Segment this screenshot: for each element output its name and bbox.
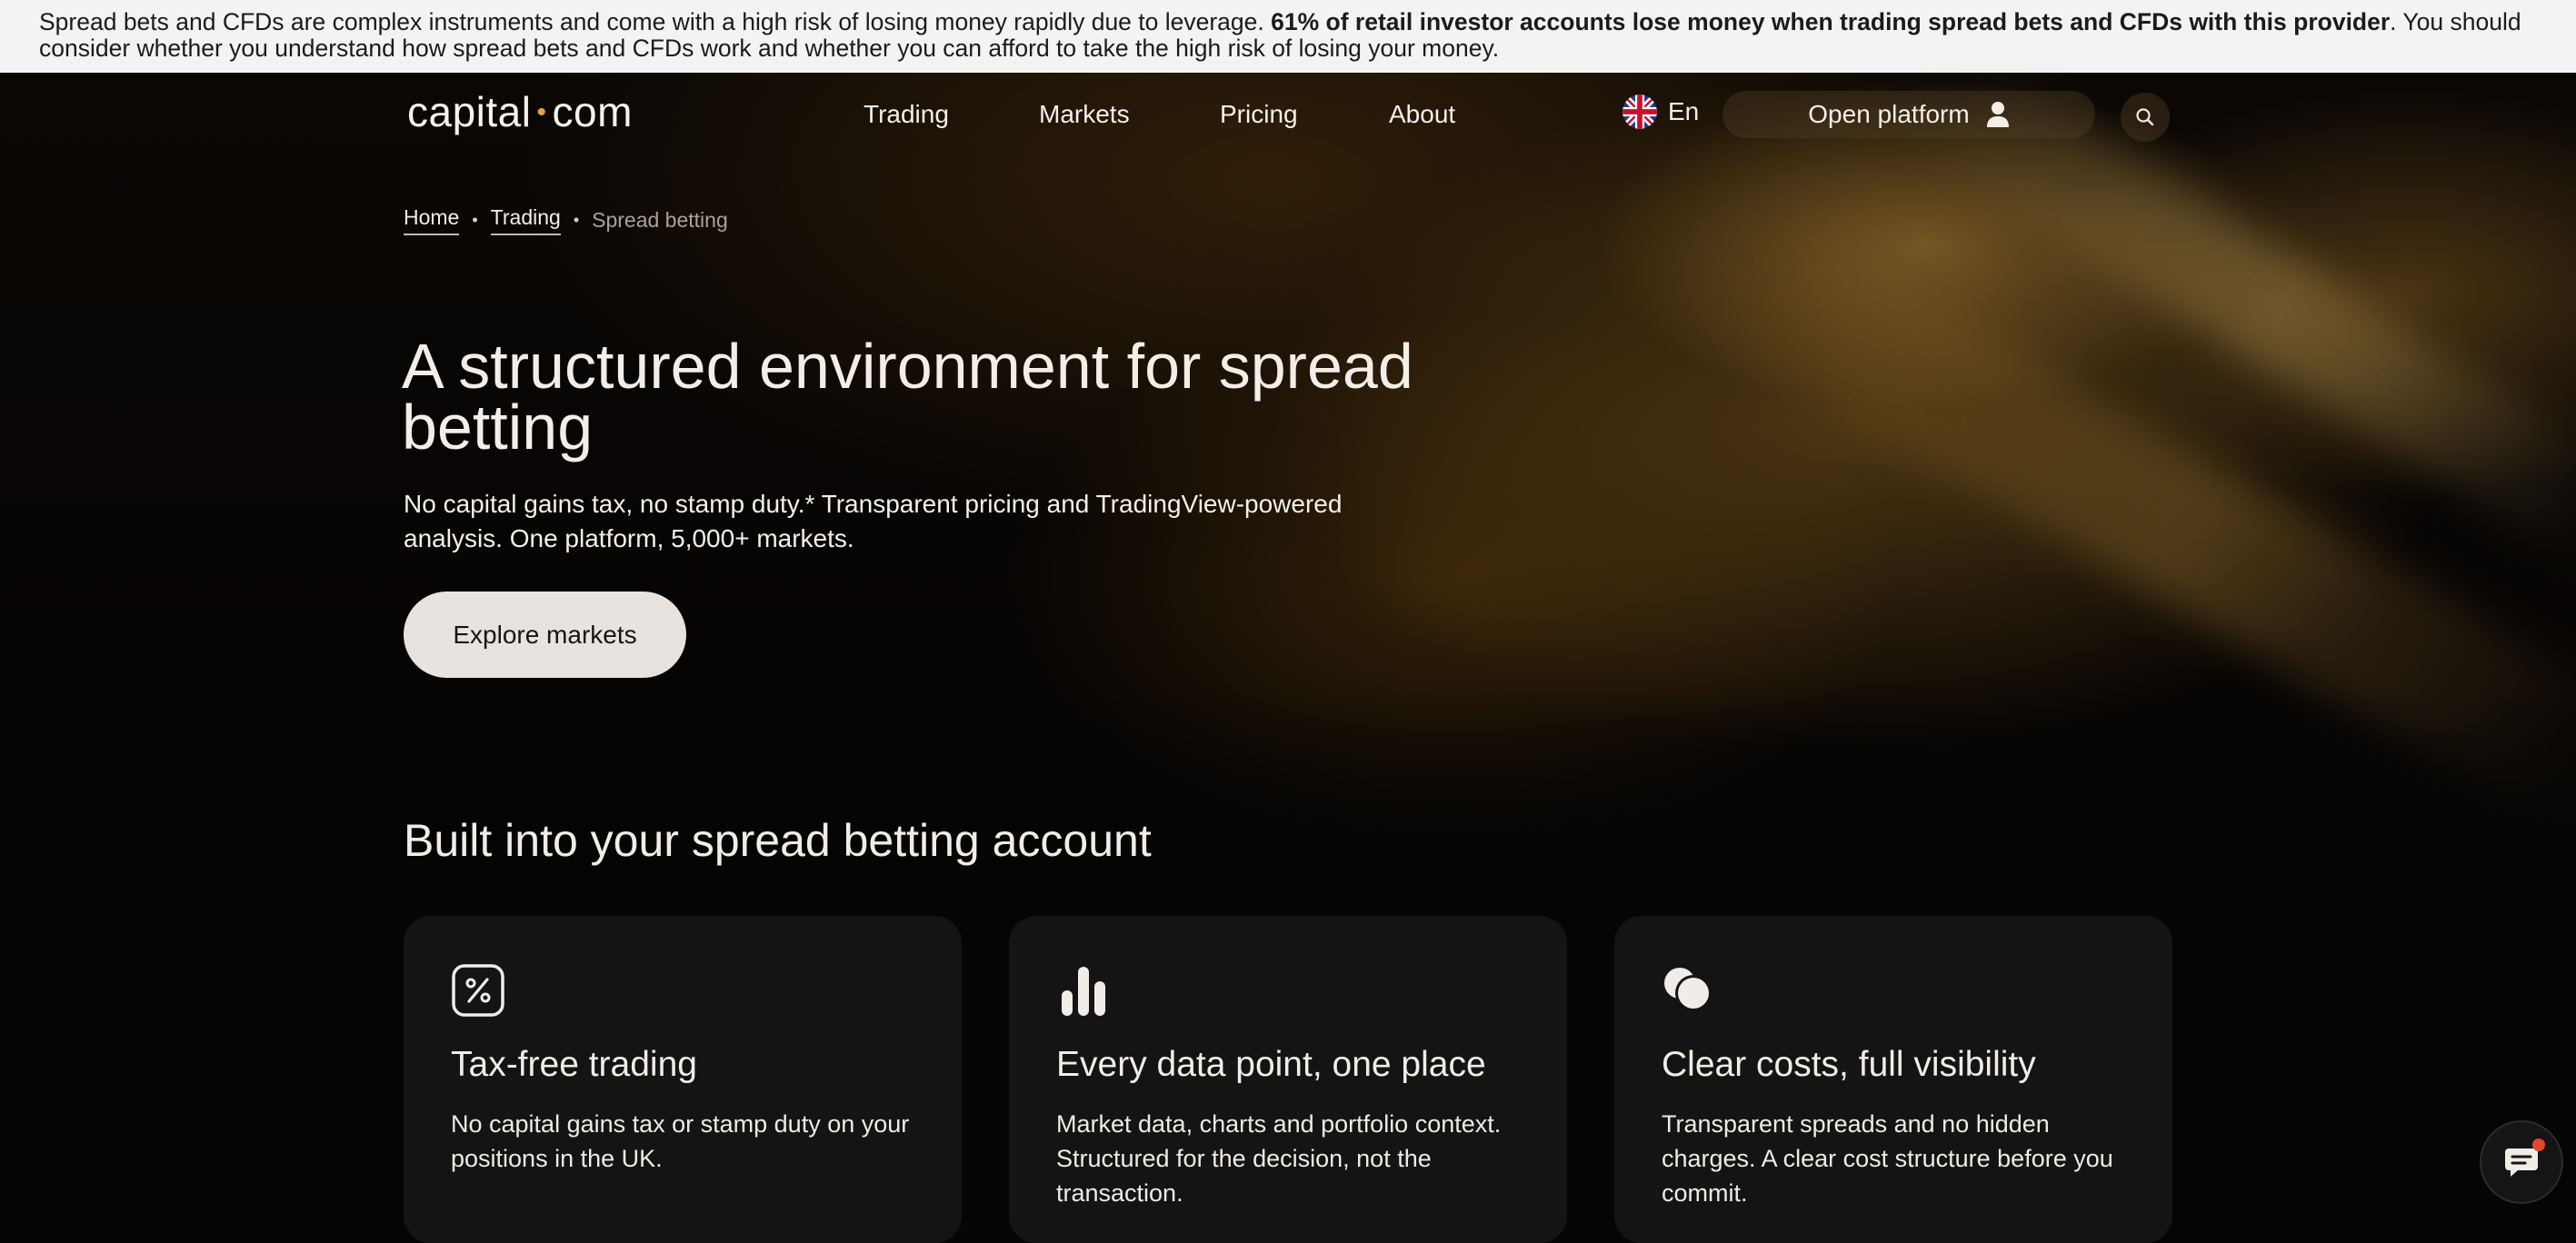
features-section-title: Built into your spread betting account	[404, 815, 1152, 866]
open-platform-label: Open platform	[1808, 100, 1970, 128]
nav-pricing[interactable]: Pricing	[1220, 100, 1298, 129]
uk-flag-icon	[1622, 94, 1657, 129]
card-text: No capital gains tax or stamp duty on yo…	[451, 1110, 910, 1172]
search-icon	[2136, 108, 2154, 126]
breadcrumb-current: Spread betting	[592, 208, 728, 232]
user-icon	[1986, 102, 2009, 127]
chat-support-button[interactable]	[2480, 1120, 2563, 1204]
card-text: Transparent spreads and no hidden charge…	[1662, 1110, 2113, 1207]
search-button[interactable]	[2121, 93, 2170, 142]
breadcrumb-separator: •	[573, 211, 580, 229]
breadcrumb: Home • Trading • Spread betting	[404, 205, 728, 235]
card-title: Every data point, one place	[1056, 1045, 1486, 1084]
logo-dot: •	[536, 97, 547, 127]
logo-text-left: capital	[407, 88, 532, 135]
risk-warning-banner: Spread bets and CFDs are complex instrum…	[0, 0, 2576, 73]
card-title: Tax-free trading	[451, 1045, 697, 1084]
coins-icon	[1664, 968, 1712, 1011]
open-platform-button[interactable]: Open platform	[1722, 91, 2095, 138]
language-selector[interactable]: En	[1622, 94, 1699, 129]
risk-text-bold: 61% of retail investor accounts lose mon…	[1271, 8, 2391, 35]
risk-text-start: Spread bets and CFDs are complex instrum…	[39, 8, 1272, 35]
capital-com-logo[interactable]: capital • com	[407, 87, 633, 136]
hero-subtitle: No capital gains tax, no stamp duty.* Tr…	[404, 490, 1343, 552]
logo-text-right: com	[552, 88, 633, 135]
language-label: En	[1668, 97, 1700, 125]
nav-trading[interactable]: Trading	[864, 100, 949, 129]
bar-chart-icon	[1062, 967, 1105, 1016]
nav-about[interactable]: About	[1389, 100, 1455, 129]
explore-markets-button[interactable]: Explore markets	[404, 592, 686, 678]
main-navigation: capital • com Trading Markets Pricing Abou…	[0, 73, 2576, 156]
feature-card-clear-costs[interactable]: Clear costs, full visibility Transparent…	[1614, 916, 2172, 1243]
percent-icon	[452, 964, 504, 1017]
breadcrumb-separator: •	[472, 211, 478, 229]
feature-card-tax-free[interactable]: Tax-free trading No capital gains tax or…	[404, 916, 962, 1243]
card-title: Clear costs, full visibility	[1662, 1045, 2036, 1084]
card-text: Market data, charts and portfolio contex…	[1056, 1110, 1502, 1207]
nav-markets[interactable]: Markets	[1039, 100, 1130, 129]
breadcrumb-home[interactable]: Home	[404, 205, 460, 235]
notification-dot	[2532, 1139, 2545, 1151]
hero-title: A structured environment for spread bett…	[402, 331, 1413, 462]
breadcrumb-trading[interactable]: Trading	[490, 205, 561, 235]
feature-card-data-point[interactable]: Every data point, one place Market data,…	[1009, 916, 1567, 1243]
